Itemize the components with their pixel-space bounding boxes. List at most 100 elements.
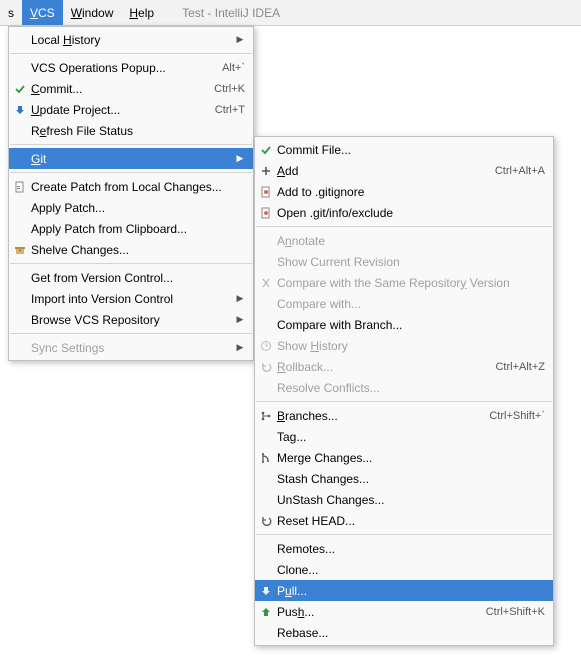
menubar-cut-item[interactable]: s: [0, 0, 22, 25]
label-clone: Clone...: [277, 563, 545, 577]
item-remotes[interactable]: Remotes...: [255, 538, 553, 559]
item-update-project[interactable]: Update Project... Ctrl+T: [9, 99, 253, 120]
item-add[interactable]: Add Ctrl+Alt+A: [255, 160, 553, 181]
item-commit-file[interactable]: Commit File...: [255, 139, 553, 160]
label-branches: Branches...: [277, 409, 479, 423]
rollback-icon: [255, 361, 277, 373]
menubar-vcs[interactable]: VCS: [22, 0, 63, 25]
separator: [256, 401, 552, 402]
item-refresh[interactable]: Refresh File Status: [9, 120, 253, 141]
item-clone[interactable]: Clone...: [255, 559, 553, 580]
menubar-help[interactable]: Help: [121, 0, 162, 25]
plus-icon: [255, 165, 277, 177]
separator: [10, 333, 252, 334]
item-create-patch[interactable]: Create Patch from Local Changes...: [9, 176, 253, 197]
label-git: Git: [31, 152, 235, 166]
shortcut: Ctrl+Shift+K: [486, 606, 545, 618]
git-submenu: Commit File... Add Ctrl+Alt+A Add to .gi…: [254, 136, 554, 646]
label-compare-branch: Compare with Branch...: [277, 318, 545, 332]
git-file-icon: [255, 186, 277, 198]
label-add-gitignore: Add to .gitignore: [277, 185, 545, 199]
label-compare-same: Compare with the Same Repository Version: [277, 276, 545, 290]
check-icon: [255, 144, 277, 156]
label-refresh: Refresh File Status: [31, 124, 245, 138]
compare-icon: [255, 277, 277, 289]
item-commit[interactable]: Commit... Ctrl+K: [9, 78, 253, 99]
item-sync[interactable]: Sync Settings ▶: [9, 337, 253, 358]
item-push[interactable]: Push... Ctrl+Shift+K: [255, 601, 553, 622]
label-remotes: Remotes...: [277, 542, 545, 556]
item-add-gitignore[interactable]: Add to .gitignore: [255, 181, 553, 202]
label-update-project: Update Project...: [31, 103, 205, 117]
menubar-window[interactable]: Window: [63, 0, 122, 25]
item-show-revision[interactable]: Show Current Revision: [255, 251, 553, 272]
label-commit: Commit...: [31, 82, 204, 96]
item-branches[interactable]: Branches... Ctrl+Shift+`: [255, 405, 553, 426]
item-browse-repo[interactable]: Browse VCS Repository ▶: [9, 309, 253, 330]
menubar-window-label: Window: [71, 6, 114, 20]
item-unstash[interactable]: UnStash Changes...: [255, 489, 553, 510]
item-merge[interactable]: Merge Changes...: [255, 447, 553, 468]
shortcut: Alt+`: [222, 62, 245, 74]
git-file-icon: [255, 207, 277, 219]
submenu-arrow-icon: ▶: [235, 153, 245, 164]
reset-icon: [255, 515, 277, 527]
item-rebase[interactable]: Rebase...: [255, 622, 553, 643]
item-apply-patch-clip[interactable]: Apply Patch from Clipboard...: [9, 218, 253, 239]
item-local-history[interactable]: Local History ▶: [9, 29, 253, 50]
label-tag: Tag...: [277, 430, 545, 444]
label-push: Push...: [277, 605, 476, 619]
item-git[interactable]: Git ▶: [9, 148, 253, 169]
separator: [256, 534, 552, 535]
item-apply-patch[interactable]: Apply Patch...: [9, 197, 253, 218]
item-compare-branch[interactable]: Compare with Branch...: [255, 314, 553, 335]
item-tag[interactable]: Tag...: [255, 426, 553, 447]
label-apply-patch-clip: Apply Patch from Clipboard...: [31, 222, 245, 236]
label-rollback: Rollback...: [277, 360, 485, 374]
separator: [256, 226, 552, 227]
label-show-revision: Show Current Revision: [277, 255, 545, 269]
menubar-cut-label: s: [8, 6, 14, 20]
shortcut: Ctrl+Shift+`: [489, 410, 545, 422]
item-shelve[interactable]: Shelve Changes...: [9, 239, 253, 260]
item-get-vc[interactable]: Get from Version Control...: [9, 267, 253, 288]
branches-icon: [255, 410, 277, 422]
label-stash: Stash Changes...: [277, 472, 545, 486]
label-annotate: Annotate: [277, 234, 545, 248]
check-icon: [9, 83, 31, 95]
item-stash[interactable]: Stash Changes...: [255, 468, 553, 489]
separator: [10, 263, 252, 264]
label-shelve: Shelve Changes...: [31, 243, 245, 257]
update-icon: [9, 104, 31, 116]
item-rollback[interactable]: Rollback... Ctrl+Alt+Z: [255, 356, 553, 377]
submenu-arrow-icon: ▶: [235, 293, 245, 304]
submenu-arrow-icon: ▶: [235, 34, 245, 45]
item-show-history[interactable]: Show History: [255, 335, 553, 356]
label-unstash: UnStash Changes...: [277, 493, 545, 507]
label-create-patch: Create Patch from Local Changes...: [31, 180, 245, 194]
item-pull[interactable]: Pull...: [255, 580, 553, 601]
item-open-exclude[interactable]: Open .git/info/exclude: [255, 202, 553, 223]
patch-icon: [9, 181, 31, 193]
label-resolve: Resolve Conflicts...: [277, 381, 545, 395]
label-vcs-ops-popup: VCS Operations Popup...: [31, 61, 212, 75]
vcs-dropdown: Local History ▶ VCS Operations Popup... …: [8, 26, 254, 361]
pull-icon: [255, 585, 277, 597]
item-compare-same[interactable]: Compare with the Same Repository Version: [255, 272, 553, 293]
label-commit-file: Commit File...: [277, 143, 545, 157]
label-show-history: Show History: [277, 339, 545, 353]
separator: [10, 172, 252, 173]
push-icon: [255, 606, 277, 618]
label-open-exclude: Open .git/info/exclude: [277, 206, 545, 220]
separator: [10, 144, 252, 145]
menubar: s VCS Window Help Test - IntelliJ IDEA: [0, 0, 581, 26]
item-reset-head[interactable]: Reset HEAD...: [255, 510, 553, 531]
item-resolve[interactable]: Resolve Conflicts...: [255, 377, 553, 398]
item-compare-with[interactable]: Compare with...: [255, 293, 553, 314]
label-get-vc: Get from Version Control...: [31, 271, 245, 285]
item-vcs-ops-popup[interactable]: VCS Operations Popup... Alt+`: [9, 57, 253, 78]
item-import-vc[interactable]: Import into Version Control ▶: [9, 288, 253, 309]
merge-icon: [255, 452, 277, 464]
item-annotate[interactable]: Annotate: [255, 230, 553, 251]
label-add: Add: [277, 164, 485, 178]
